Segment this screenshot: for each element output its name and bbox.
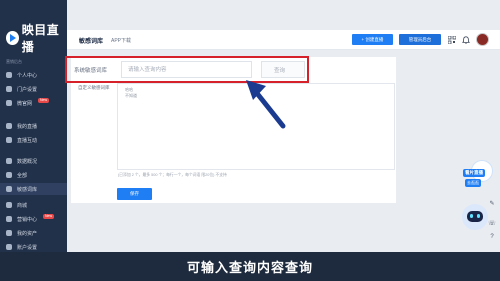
sidebar-item-microsite[interactable]: 微官网 New [0, 97, 67, 109]
help-icon[interactable]: ? [487, 232, 497, 242]
sidebar-item-interaction[interactable]: 直播互动 [0, 134, 67, 146]
sidebar-item-portal[interactable]: 门户设置 [0, 83, 67, 95]
chart-icon [6, 158, 12, 164]
brand-logo[interactable]: 映目直播 [6, 23, 67, 54]
sidebar-item-all[interactable]: 全部 [0, 169, 67, 181]
annotation-arrow-icon [246, 80, 286, 129]
sidebar-item-label: 微官网 [17, 100, 33, 107]
new-badge: New [38, 97, 50, 103]
sidebar-item-label: 直播互动 [17, 137, 38, 144]
home-icon [6, 86, 12, 92]
custom-words-label: 自定义敏感词库 [78, 85, 110, 90]
gift-icon [6, 216, 12, 222]
sidebar-item-label: 门户设置 [17, 86, 38, 93]
robot-eye [477, 214, 480, 218]
chat-icon [6, 137, 12, 143]
caption-band: 可输入查询内容查询 [0, 252, 500, 281]
promo-subtitle: 去逛逛 [465, 179, 481, 187]
sidebar-item-label: 个人中心 [17, 72, 38, 79]
sidebar-item-label: 数据概况 [17, 158, 38, 165]
sidebar-item-my-live[interactable]: 我的直播 [0, 120, 67, 132]
sidebar-item-profile[interactable]: 个人中心 [0, 69, 67, 81]
new-badge: New [43, 213, 55, 219]
sidebar-item-label: 我的直播 [17, 123, 38, 130]
tab-sensitive-words[interactable]: 敏感词库 [79, 36, 103, 45]
sidebar-item-marketing[interactable]: 营销中心 New [0, 213, 67, 225]
live-icon [6, 123, 12, 129]
filter-icon [6, 186, 12, 192]
top-bar: 敏感词库 APP下载 + 创建直播 管理员后台 [67, 30, 500, 50]
sidebar: 映目直播 营销后台 个人中心 门户设置 微官网 New 我的直播 直播互动 数据… [0, 0, 67, 281]
sidebar-item-label: 全部 [17, 172, 28, 179]
sidebar-item-data[interactable]: 数据概况 [0, 155, 67, 167]
sidebar-item-sensitive-words[interactable]: 敏感词库 [0, 183, 67, 195]
live-promo-widget[interactable]: 看片直播 去逛逛 [463, 160, 500, 190]
admin-console-button[interactable]: 管理员后台 [399, 34, 441, 45]
promo-tag: 看片直播 [463, 169, 485, 177]
list-icon [6, 172, 12, 178]
sidebar-item-label: 商城 [17, 202, 28, 209]
save-button[interactable]: 保存 [117, 188, 152, 200]
sidebar-item-shop[interactable]: 商城 [0, 199, 67, 211]
play-logo-icon [6, 31, 19, 45]
edit-icon[interactable]: ✎ [487, 198, 497, 208]
settings-icon [6, 244, 12, 250]
robot-assistant-icon[interactable] [462, 204, 488, 230]
wallet-icon [6, 230, 12, 236]
robot-face [467, 211, 483, 222]
tab-app-download[interactable]: APP下载 [111, 37, 131, 44]
qr-code-icon[interactable] [448, 36, 456, 44]
sidebar-item-assets[interactable]: 我的资产 [0, 227, 67, 239]
sidebar-item-label: 营销中心 [17, 216, 38, 223]
sidebar-item-label: 账户设置 [17, 244, 38, 251]
sidebar-item-label: 我的资产 [17, 230, 38, 237]
brand-name: 映目直播 [21, 23, 60, 54]
sidebar-item-label: 敏感词库 [17, 186, 38, 193]
avatar[interactable] [476, 33, 489, 46]
bell-icon[interactable] [462, 36, 470, 44]
site-icon [6, 100, 12, 106]
word-count-hint: (已添加 2 个，最多 500 个；每行一个，每个词语 限20位) 不支持 [118, 173, 227, 177]
robot-eye [470, 214, 473, 218]
create-live-button[interactable]: + 创建直播 [352, 34, 393, 45]
sidebar-section-title: 营销后台 [6, 59, 22, 64]
textarea-line: 不知道 [125, 93, 137, 98]
shop-icon [6, 202, 12, 208]
headset-icon[interactable]: ☏ [487, 218, 497, 228]
user-icon [6, 72, 12, 78]
video-caption: 可输入查询内容查询 [186, 260, 313, 275]
